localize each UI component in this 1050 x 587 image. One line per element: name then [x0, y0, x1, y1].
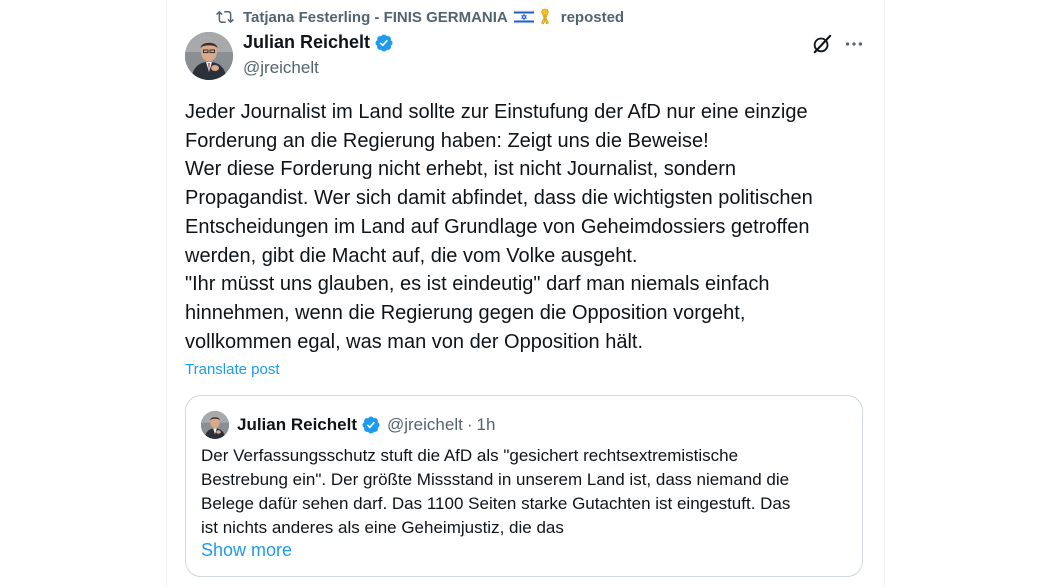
column-border-left — [166, 0, 167, 587]
israel-flag-icon — [513, 9, 534, 25]
author-name-row[interactable]: Julian Reichelt — [243, 32, 394, 53]
translate-post-link[interactable]: Translate post — [185, 361, 280, 378]
post-text-line: Entscheidungen im Land auf Grundlage von… — [185, 215, 810, 238]
quote-text-line: Bestrebung ein". Der größte Missstand in… — [201, 470, 790, 489]
post-text-line: Jeder Journalist im Land sollte zur Eins… — [185, 101, 808, 123]
author-name[interactable]: Julian Reichelt — [243, 32, 370, 53]
quote-avatar[interactable] — [201, 411, 229, 439]
yellow-ribbon-icon — [538, 8, 552, 26]
quote-author-name[interactable]: Julian Reichelt — [237, 415, 357, 435]
avatar[interactable] — [185, 32, 233, 80]
post-text-line: hinnehmen, wenn die Regierung gegen die … — [185, 301, 746, 324]
repost-header[interactable]: Tatjana Festerling - FINIS GERMANIA repo… — [216, 7, 624, 27]
column-border-right — [884, 0, 885, 587]
post-text-line: vollkommen egal, was man von der Opposit… — [185, 330, 644, 353]
post-text-line: Propagandist. Wer sich damit abfindet, d… — [185, 187, 813, 210]
post-text-line: "Ihr müsst uns glauben, es ist eindeutig… — [185, 273, 770, 296]
more-options-icon[interactable] — [843, 33, 865, 55]
repost-icon — [216, 8, 234, 26]
quote-text-line: ist nichts anderes als eine Geheimjustiz… — [201, 518, 564, 537]
quote-timestamp[interactable]: 1h — [477, 415, 496, 435]
post-text-line: Wer diese Forderung nicht erhebt, ist ni… — [185, 158, 737, 181]
grok-icon[interactable] — [811, 33, 833, 55]
quote-text-line: Der Verfassungsschutz stuft die AfD als … — [201, 446, 739, 465]
page: Tatjana Festerling - FINIS GERMANIA repo… — [0, 0, 1050, 587]
post-text-line: Forderung an die Regierung haben: Zeigt … — [185, 129, 709, 152]
quote-author-handle: @jreichelt — [386, 415, 463, 434]
quote-text: Der Verfassungsschutz stuft die AfD als … — [201, 444, 851, 540]
quote-separator: · — [466, 415, 473, 434]
verified-badge-icon[interactable] — [374, 33, 394, 53]
repost-label: reposted — [560, 8, 625, 26]
quoted-post[interactable]: Julian Reichelt @jreichelt · 1h Der Verf… — [185, 395, 863, 577]
quoted-post-header: Julian Reichelt @jreichelt · 1h — [201, 410, 495, 440]
show-more-link[interactable]: Show more — [201, 540, 292, 561]
author-handle[interactable]: @jreichelt — [243, 58, 319, 78]
post-text: Jeder Journalist im Land sollte zur Eins… — [185, 98, 865, 356]
post-text-line: werden, gibt die Macht auf, die vom Volk… — [185, 244, 638, 267]
quote-text-line: Belege dafür sehen darf. Das 1100 Seiten… — [201, 494, 791, 513]
verified-badge-icon — [361, 415, 381, 435]
reposter-name[interactable]: Tatjana Festerling - FINIS GERMANIA — [243, 9, 508, 26]
